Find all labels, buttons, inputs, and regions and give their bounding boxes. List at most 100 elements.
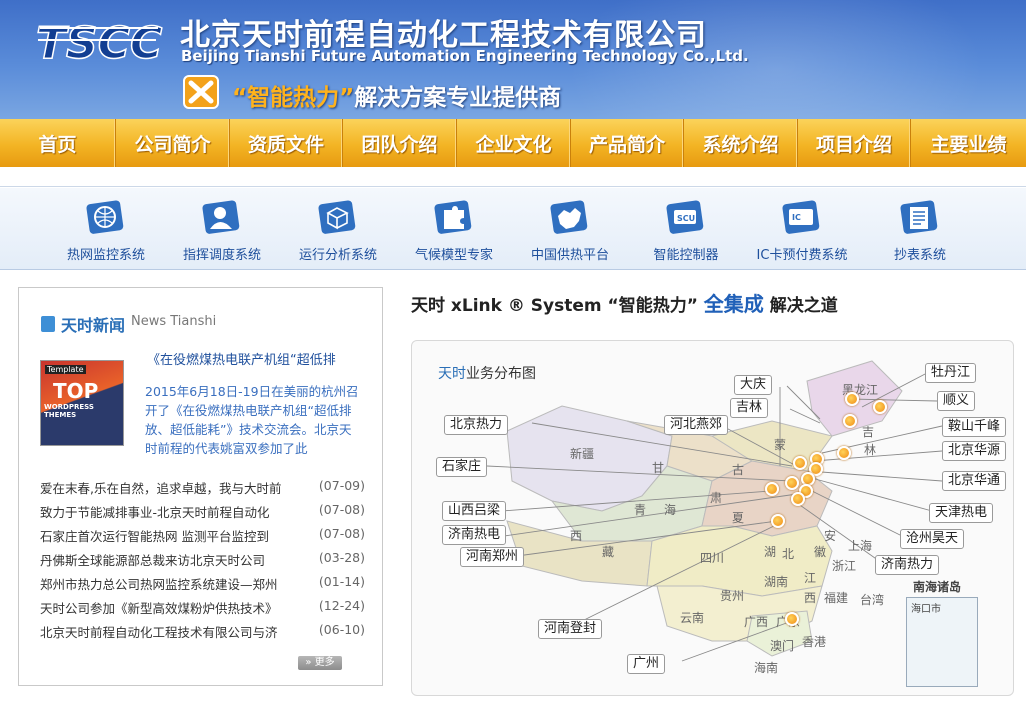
news-title: 天时新闻: [61, 316, 126, 335]
nav-about[interactable]: 公司简介: [116, 119, 230, 167]
news-item-date: (01-14): [318, 574, 365, 589]
slogan-icon: [183, 75, 219, 109]
nav-projects[interactable]: 项目介绍: [798, 119, 911, 167]
operator-icon: [202, 200, 240, 234]
nav-qualifications[interactable]: 资质文件: [230, 119, 343, 167]
news-icon: [41, 316, 55, 332]
nav-products[interactable]: 产品简介: [571, 119, 684, 167]
location-marker[interactable]: [845, 392, 859, 406]
province-label: 香港: [802, 635, 827, 649]
system-analysis[interactable]: 运行分析系统: [282, 188, 394, 270]
location-label[interactable]: 北京华源: [942, 441, 1007, 461]
news-item-title: 致力于节能减排事业-北京天时前程自动化: [40, 505, 270, 520]
leader-line: [807, 470, 943, 482]
location-label[interactable]: 鞍山千峰: [942, 417, 1007, 437]
ic-card-icon: IC: [782, 200, 820, 234]
location-marker[interactable]: [785, 612, 799, 626]
news-list-item[interactable]: 石家庄首次运行智能热网 监测平台监控到 (07-08): [40, 526, 365, 546]
province-label: 西: [804, 591, 817, 605]
news-item-date: (06-10): [318, 622, 365, 637]
province-label: 古: [732, 463, 745, 477]
nav-culture[interactable]: 企业文化: [457, 119, 571, 167]
system-heat-network-monitor[interactable]: 热网监控系统: [50, 188, 162, 270]
system-smart-controller[interactable]: SCU 智能控制器: [630, 188, 742, 270]
system-dispatch[interactable]: 指挥调度系统: [166, 188, 278, 270]
location-marker[interactable]: [837, 446, 851, 460]
location-marker[interactable]: [785, 476, 799, 490]
location-label[interactable]: 山西吕梁: [442, 501, 507, 521]
globe-monitor-icon: [86, 200, 124, 234]
location-label[interactable]: 天津热电: [929, 503, 994, 523]
company-logo[interactable]: TSCC: [34, 14, 164, 66]
location-label[interactable]: 河南登封: [538, 619, 603, 639]
system-label: 热网监控系统: [66, 248, 145, 263]
nav-home[interactable]: 首页: [0, 119, 116, 167]
location-marker[interactable]: [791, 492, 805, 506]
province-label: 青: [634, 503, 647, 517]
system-label: IC卡预付费系统: [756, 248, 848, 263]
system-heating-platform[interactable]: 中国供热平台: [514, 188, 626, 270]
location-label[interactable]: 顺义: [937, 391, 976, 411]
province-label: 江: [804, 571, 817, 585]
slogan-rest: 解决方案专业提供商: [354, 85, 562, 111]
system-ic-card[interactable]: IC IC卡预付费系统: [744, 188, 860, 270]
province-label: 甘: [652, 461, 665, 475]
location-label[interactable]: 济南热电: [442, 525, 507, 545]
location-marker[interactable]: [765, 482, 779, 496]
location-label[interactable]: 沧州昊天: [900, 529, 965, 549]
system-meter-reading[interactable]: 抄表系统: [864, 188, 976, 270]
system-climate-model[interactable]: 气候模型专家: [398, 188, 510, 270]
featured-news-body: 2015年6月18日-19日在美丽的杭州召开了《在役燃煤热电联产机组“超低排放、…: [145, 384, 359, 456]
province-label: 蒙: [774, 438, 787, 452]
cube-icon: [318, 200, 356, 234]
province-label: 云南: [680, 611, 705, 625]
svg-text:TSCC: TSCC: [36, 18, 162, 66]
location-label[interactable]: 石家庄: [436, 457, 488, 477]
location-marker[interactable]: [873, 400, 887, 414]
more-news-button[interactable]: » 更多: [298, 656, 342, 670]
business-map: 天时业务分布图 黑龙江 新疆 甘 吉 蒙 古 林 青 海 肃 夏 西 藏 四川 …: [411, 340, 1014, 696]
location-label[interactable]: 吉林: [730, 398, 769, 418]
province-label: 夏: [732, 511, 745, 525]
location-marker[interactable]: [771, 514, 785, 528]
location-label[interactable]: 北京热力: [444, 415, 509, 435]
news-list-item[interactable]: 北京天时前程自动化工程技术有限公司与济 (06-10): [40, 622, 365, 642]
location-marker[interactable]: [843, 414, 857, 428]
location-label[interactable]: 广州: [627, 654, 666, 674]
province-label: 上海: [848, 539, 873, 553]
news-list-item[interactable]: 天时公司参加《新型高效煤粉炉供热技术》 (12-24): [40, 598, 365, 618]
news-item-date: (07-09): [318, 478, 365, 493]
nav-achievements[interactable]: 主要业绩: [911, 119, 1026, 167]
news-item-title: 郑州市热力总公司热网监控系统建设—郑州: [40, 577, 278, 592]
news-list-item[interactable]: 郑州市热力总公司热网监控系统建设—郑州 (01-14): [40, 574, 365, 594]
province-label: 林: [864, 443, 877, 457]
featured-news-image[interactable]: Template TOP WORDPRESS THEMES: [40, 360, 124, 446]
location-label[interactable]: 济南热力: [875, 555, 940, 575]
nav-spacer: [0, 167, 1026, 187]
news-item-date: (03-28): [318, 550, 365, 565]
map-title-brand: 天时: [438, 366, 466, 382]
news-list-item[interactable]: 爱在末春,乐在自然，追求卓越，我与大时前 (07-09): [40, 478, 365, 498]
location-label[interactable]: 河北燕郊: [664, 415, 729, 435]
news-panel: 天时新闻 News Tianshi Template TOP WORDPRESS…: [18, 287, 383, 686]
system-label: 运行分析系统: [298, 248, 377, 263]
main-nav: 首页 公司简介 资质文件 团队介绍 企业文化 产品简介 系统介绍 项目介绍 主要…: [0, 119, 1026, 167]
province-label: 肃: [710, 491, 723, 505]
svg-text:IC: IC: [792, 213, 801, 222]
location-label[interactable]: 河南郑州: [460, 547, 525, 567]
location-label[interactable]: 北京华通: [942, 471, 1007, 491]
province-label: 吉: [862, 425, 875, 439]
nav-systems[interactable]: 系统介绍: [684, 119, 798, 167]
nav-team[interactable]: 团队介绍: [343, 119, 457, 167]
news-list-item[interactable]: 致力于节能减排事业-北京天时前程自动化 (07-08): [40, 502, 365, 522]
system-label: 智能控制器: [653, 248, 719, 263]
location-label[interactable]: 牡丹江: [925, 363, 977, 383]
province-label: 广西: [744, 615, 769, 629]
featured-news-headline[interactable]: 《在役燃煤热电联产机组“超低排: [147, 349, 336, 368]
news-item-title: 天时公司参加《新型高效煤粉炉供热技术》: [40, 601, 278, 616]
location-marker[interactable]: [793, 456, 807, 470]
location-label[interactable]: 大庆: [734, 375, 773, 395]
news-list-item[interactable]: 丹佛斯全球能源部总裁来访北京天时公司 (03-28): [40, 550, 365, 570]
map-section-heading: 天时 xLink ® System “智能热力” 全集成 解决之道: [411, 288, 838, 317]
south-sea-title: 南海诸岛: [913, 580, 962, 594]
